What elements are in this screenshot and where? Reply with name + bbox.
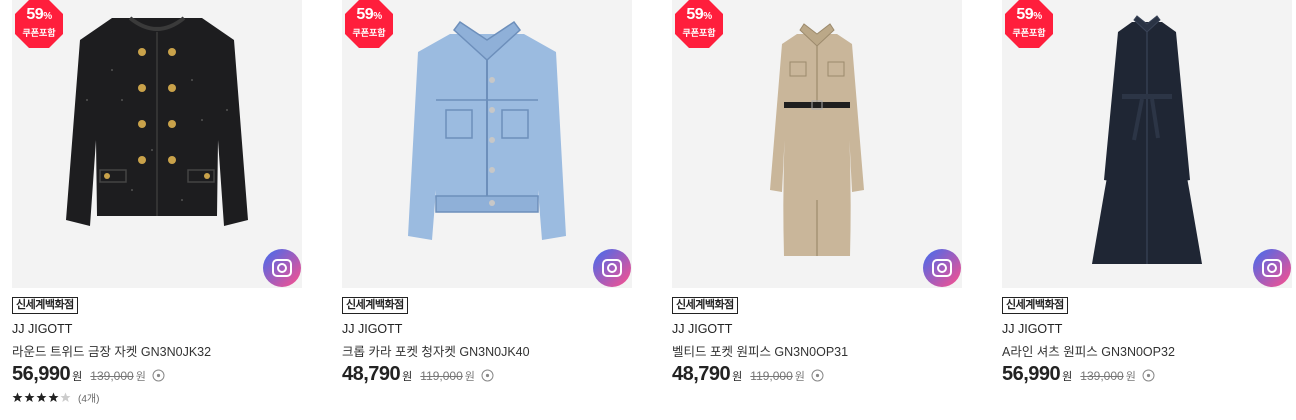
- info-circle-icon[interactable]: [1142, 369, 1155, 382]
- product-image[interactable]: 59% 쿠폰포함: [12, 0, 302, 288]
- currency: 원: [732, 371, 743, 383]
- review-count: (4개): [78, 394, 100, 405]
- product-name[interactable]: 벨티드 포켓 원피스 GN3N0OP31: [672, 341, 848, 360]
- product-image[interactable]: 59% 쿠폰포함: [672, 0, 962, 288]
- discount-badge-icon: 59% 쿠폰포함: [675, 0, 723, 48]
- rating[interactable]: (4개): [12, 390, 99, 405]
- price-row: 48,790 원 119,000 원: [672, 363, 824, 387]
- original-price: 119,000: [420, 369, 463, 383]
- discount-percent: 59: [26, 6, 44, 23]
- coupon-label: 쿠폰포함: [682, 28, 716, 38]
- camera-search-icon[interactable]: [1252, 248, 1292, 288]
- currency: 원: [402, 371, 413, 383]
- product-grid: 59% 쿠폰포함 신세계백화점 JJ JIGOTT 라운드 트위드 금장 자켓 …: [0, 0, 1296, 420]
- percent-sign: %: [43, 11, 52, 22]
- info-circle-icon[interactable]: [811, 369, 824, 382]
- discount-percent: 59: [686, 6, 704, 23]
- brand-name[interactable]: JJ JIGOTT: [672, 322, 732, 336]
- discount-badge-icon: 59% 쿠폰포함: [15, 0, 63, 48]
- product-card[interactable]: 59% 쿠폰포함 신세계백화점 JJ JIGOTT 라운드 트위드 금장 자켓 …: [12, 0, 302, 420]
- brand-name[interactable]: JJ JIGOTT: [1002, 322, 1062, 336]
- product-name[interactable]: 크롭 카라 포켓 청자켓 GN3N0JK40: [342, 341, 530, 360]
- brand-name[interactable]: JJ JIGOTT: [342, 322, 402, 336]
- discount-percent: 59: [1016, 6, 1034, 23]
- price-row: 56,990 원 139,000 원: [12, 363, 165, 387]
- store-tag: 신세계백화점: [1002, 297, 1068, 314]
- sale-price: 48,790: [342, 363, 401, 385]
- store-tag: 신세계백화점: [12, 297, 78, 314]
- original-price: 139,000: [1080, 369, 1124, 383]
- discount-badge-icon: 59% 쿠폰포함: [345, 0, 393, 48]
- percent-sign: %: [373, 11, 382, 22]
- product-name[interactable]: A라인 셔츠 원피스 GN3N0OP32: [1002, 341, 1175, 360]
- price-row: 56,990 원 139,000 원: [1002, 363, 1155, 387]
- currency: 원: [1125, 371, 1136, 383]
- camera-search-icon[interactable]: [262, 248, 302, 288]
- store-tag: 신세계백화점: [342, 297, 408, 314]
- coupon-label: 쿠폰포함: [1012, 28, 1046, 38]
- price-row: 48,790 원 119,000 원: [342, 363, 494, 387]
- percent-sign: %: [703, 11, 712, 22]
- sale-price: 56,990: [12, 363, 71, 385]
- coupon-label: 쿠폰포함: [352, 28, 386, 38]
- star-rating-icon: [12, 392, 71, 402]
- product-image[interactable]: 59% 쿠폰포함: [342, 0, 632, 288]
- discount-percent: 59: [356, 6, 374, 23]
- info-circle-icon[interactable]: [481, 369, 494, 382]
- currency: 원: [135, 371, 146, 383]
- sale-price: 48,790: [672, 363, 731, 385]
- product-card[interactable]: 59% 쿠폰포함 신세계백화점 JJ JIGOTT 벨티드 포켓 원피스 GN3…: [672, 0, 962, 420]
- original-price: 119,000: [750, 369, 793, 383]
- percent-sign: %: [1033, 11, 1042, 22]
- sale-price: 56,990: [1002, 363, 1061, 385]
- store-tag: 신세계백화점: [672, 297, 738, 314]
- product-image[interactable]: 59% 쿠폰포함: [1002, 0, 1292, 288]
- currency: 원: [794, 371, 805, 383]
- currency: 원: [464, 371, 475, 383]
- coupon-label: 쿠폰포함: [22, 28, 56, 38]
- product-name[interactable]: 라운드 트위드 금장 자켓 GN3N0JK32: [12, 341, 211, 360]
- camera-search-icon[interactable]: [922, 248, 962, 288]
- info-circle-icon[interactable]: [152, 369, 165, 382]
- currency: 원: [72, 371, 83, 383]
- currency: 원: [1062, 371, 1073, 383]
- product-card[interactable]: 59% 쿠폰포함 신세계백화점 JJ JIGOTT A라인 셔츠 원피스 GN3…: [1002, 0, 1292, 420]
- camera-search-icon[interactable]: [592, 248, 632, 288]
- discount-badge-icon: 59% 쿠폰포함: [1005, 0, 1053, 48]
- product-card[interactable]: 59% 쿠폰포함 신세계백화점 JJ JIGOTT 크롭 카라 포켓 청자켓 G…: [342, 0, 632, 420]
- original-price: 139,000: [90, 369, 134, 383]
- brand-name[interactable]: JJ JIGOTT: [12, 322, 72, 336]
